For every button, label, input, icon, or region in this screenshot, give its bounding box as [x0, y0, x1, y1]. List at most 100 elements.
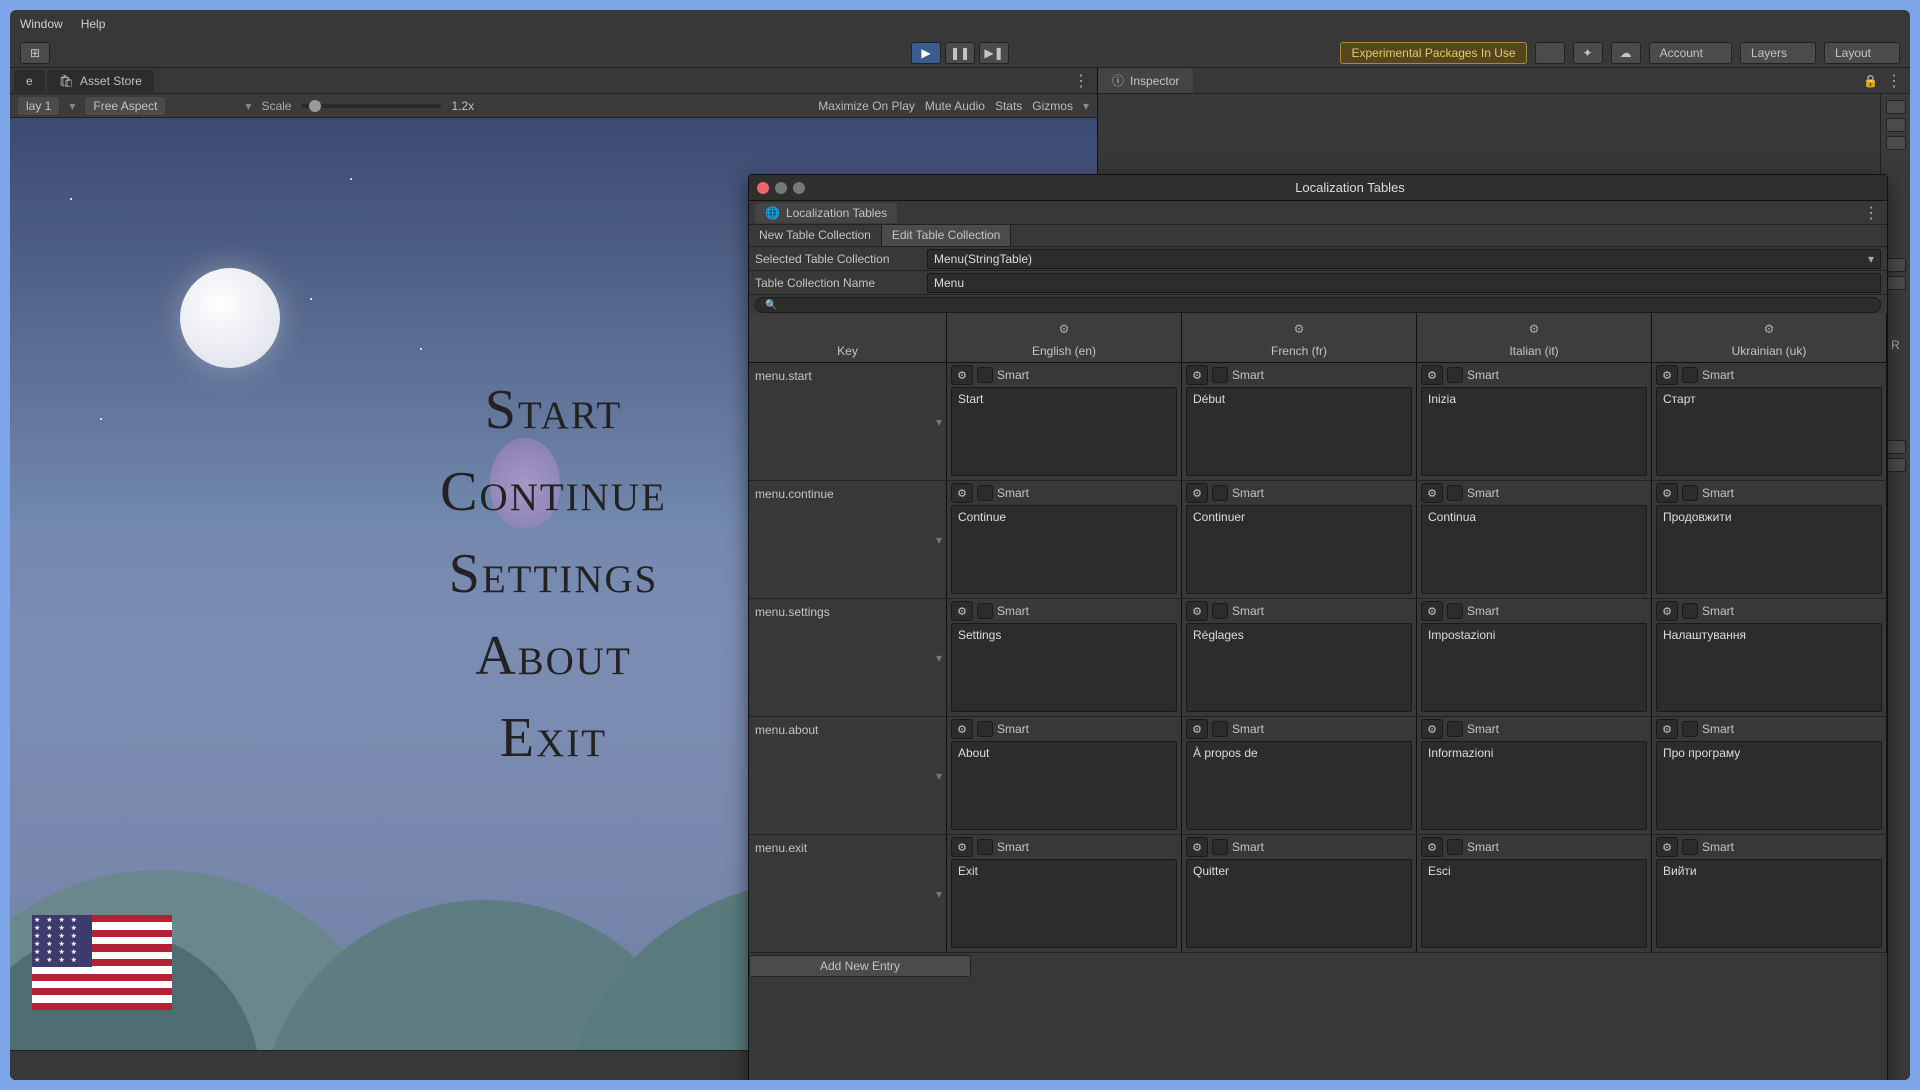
- window-options-icon[interactable]: ⋮: [1863, 203, 1887, 223]
- edit-table-collection-tab[interactable]: Edit Table Collection: [882, 225, 1012, 246]
- panel-options-icon[interactable]: ⋮: [1073, 71, 1089, 91]
- gizmos-dropdown[interactable]: Gizmos: [1032, 99, 1073, 113]
- selected-collection-dropdown[interactable]: Menu(StringTable): [927, 249, 1881, 269]
- smart-checkbox[interactable]: [1682, 721, 1698, 737]
- localization-value-input[interactable]: Налаштування: [1656, 623, 1882, 712]
- add-new-entry-button[interactable]: Add New Entry: [749, 955, 971, 977]
- aspect-dropdown[interactable]: Free Aspect: [85, 97, 165, 115]
- smart-checkbox[interactable]: [1447, 485, 1463, 501]
- localization-search-input[interactable]: [755, 297, 1881, 313]
- game-menu-start[interactable]: Start: [485, 378, 623, 442]
- entry-settings-icon[interactable]: ⚙: [951, 837, 973, 857]
- window-close-button[interactable]: [757, 182, 769, 194]
- smart-checkbox[interactable]: [1212, 721, 1228, 737]
- game-menu-about[interactable]: About: [475, 624, 632, 688]
- localization-value-input[interactable]: Début: [1186, 387, 1412, 476]
- gutter-item[interactable]: [1886, 136, 1906, 150]
- localization-key-cell[interactable]: menu.settings▾: [749, 599, 947, 716]
- smart-checkbox[interactable]: [1212, 485, 1228, 501]
- smart-checkbox[interactable]: [1447, 603, 1463, 619]
- gutter-item[interactable]: [1886, 258, 1906, 272]
- play-button[interactable]: ▶: [911, 42, 941, 64]
- smart-checkbox[interactable]: [1212, 603, 1228, 619]
- entry-settings-icon[interactable]: ⚙: [1186, 365, 1208, 385]
- smart-checkbox[interactable]: [1212, 839, 1228, 855]
- pause-button[interactable]: ❚❚: [945, 42, 975, 64]
- language-settings-icon[interactable]: ⚙: [1182, 313, 1416, 344]
- maximize-on-play-toggle[interactable]: Maximize On Play: [818, 99, 915, 113]
- new-table-collection-tab[interactable]: New Table Collection: [749, 225, 882, 246]
- stats-toggle[interactable]: Stats: [995, 99, 1022, 113]
- localization-value-input[interactable]: Вийти: [1656, 859, 1882, 948]
- inspector-options-icon[interactable]: ⋮: [1886, 71, 1910, 91]
- grid-snap-button[interactable]: ⊞: [20, 42, 50, 64]
- localization-value-input[interactable]: Continua: [1421, 505, 1647, 594]
- smart-checkbox[interactable]: [1682, 367, 1698, 383]
- localization-value-input[interactable]: Продовжити: [1656, 505, 1882, 594]
- entry-settings-icon[interactable]: ⚙: [1421, 483, 1443, 503]
- row-handle-icon[interactable]: ▾: [936, 415, 942, 429]
- game-menu-continue[interactable]: Continue: [440, 460, 667, 524]
- smart-checkbox[interactable]: [977, 367, 993, 383]
- smart-checkbox[interactable]: [1447, 721, 1463, 737]
- localization-value-input[interactable]: Settings: [951, 623, 1177, 712]
- gutter-item[interactable]: [1886, 118, 1906, 132]
- row-handle-icon[interactable]: ▾: [936, 533, 942, 547]
- localization-value-input[interactable]: About: [951, 741, 1177, 830]
- row-handle-icon[interactable]: ▾: [936, 769, 942, 783]
- language-settings-icon[interactable]: ⚙: [1652, 313, 1886, 344]
- localization-key-cell[interactable]: menu.continue▾: [749, 481, 947, 598]
- toolbar-effects-button[interactable]: ✦: [1573, 42, 1603, 64]
- inspector-lock-icon[interactable]: 🔒: [1863, 74, 1886, 88]
- localization-value-input[interactable]: Informazioni: [1421, 741, 1647, 830]
- localization-key-cell[interactable]: menu.exit▾: [749, 835, 947, 952]
- smart-checkbox[interactable]: [1682, 603, 1698, 619]
- entry-settings-icon[interactable]: ⚙: [1421, 837, 1443, 857]
- smart-checkbox[interactable]: [1447, 367, 1463, 383]
- localization-value-input[interactable]: Impostazioni: [1421, 623, 1647, 712]
- layers-dropdown[interactable]: Layers: [1740, 42, 1816, 64]
- entry-settings-icon[interactable]: ⚙: [1186, 483, 1208, 503]
- display-dropdown[interactable]: lay 1: [18, 97, 59, 115]
- entry-settings-icon[interactable]: ⚙: [1656, 601, 1678, 621]
- game-tab[interactable]: e: [14, 70, 45, 92]
- localization-key-cell[interactable]: menu.about▾: [749, 717, 947, 834]
- localization-value-input[interactable]: Start: [951, 387, 1177, 476]
- row-handle-icon[interactable]: ▾: [936, 887, 942, 901]
- smart-checkbox[interactable]: [977, 485, 993, 501]
- language-settings-icon[interactable]: ⚙: [947, 313, 1181, 344]
- entry-settings-icon[interactable]: ⚙: [1421, 601, 1443, 621]
- smart-checkbox[interactable]: [977, 839, 993, 855]
- entry-settings-icon[interactable]: ⚙: [951, 601, 973, 621]
- localization-value-input[interactable]: À propos de: [1186, 741, 1412, 830]
- window-minimize-button[interactable]: [775, 182, 787, 194]
- toolbar-cloud-button[interactable]: ☁: [1611, 42, 1641, 64]
- game-menu-exit[interactable]: Exit: [500, 706, 607, 770]
- experimental-packages-warning[interactable]: Experimental Packages In Use: [1340, 42, 1526, 64]
- localization-value-input[interactable]: Quitter: [1186, 859, 1412, 948]
- language-flag-us[interactable]: ★ ★ ★ ★ ★ ★ ★ ★ ★ ★ ★ ★ ★ ★ ★ ★ ★ ★ ★ ★ …: [32, 915, 172, 1010]
- gutter-item[interactable]: [1886, 458, 1906, 472]
- localization-value-input[interactable]: Esci: [1421, 859, 1647, 948]
- entry-settings-icon[interactable]: ⚙: [1421, 365, 1443, 385]
- gutter-item[interactable]: [1886, 276, 1906, 290]
- localization-value-input[interactable]: Continuer: [1186, 505, 1412, 594]
- localization-key-cell[interactable]: menu.start▾: [749, 363, 947, 480]
- row-handle-icon[interactable]: ▾: [936, 651, 942, 665]
- entry-settings-icon[interactable]: ⚙: [951, 365, 973, 385]
- collection-name-input[interactable]: Menu: [927, 273, 1881, 293]
- smart-checkbox[interactable]: [1212, 367, 1228, 383]
- localization-value-input[interactable]: Inizia: [1421, 387, 1647, 476]
- entry-settings-icon[interactable]: ⚙: [1421, 719, 1443, 739]
- mute-audio-toggle[interactable]: Mute Audio: [925, 99, 985, 113]
- menu-window[interactable]: Window: [20, 17, 63, 31]
- asset-store-tab[interactable]: 🛍 Asset Store: [47, 70, 154, 92]
- entry-settings-icon[interactable]: ⚙: [1656, 365, 1678, 385]
- localization-value-input[interactable]: Réglages: [1186, 623, 1412, 712]
- smart-checkbox[interactable]: [1447, 839, 1463, 855]
- layout-dropdown[interactable]: Layout: [1824, 42, 1900, 64]
- localization-tables-tab[interactable]: 🌐 Localization Tables: [755, 203, 897, 223]
- entry-settings-icon[interactable]: ⚙: [951, 483, 973, 503]
- menu-help[interactable]: Help: [81, 17, 106, 31]
- toolbar-collab-button[interactable]: [1535, 42, 1565, 64]
